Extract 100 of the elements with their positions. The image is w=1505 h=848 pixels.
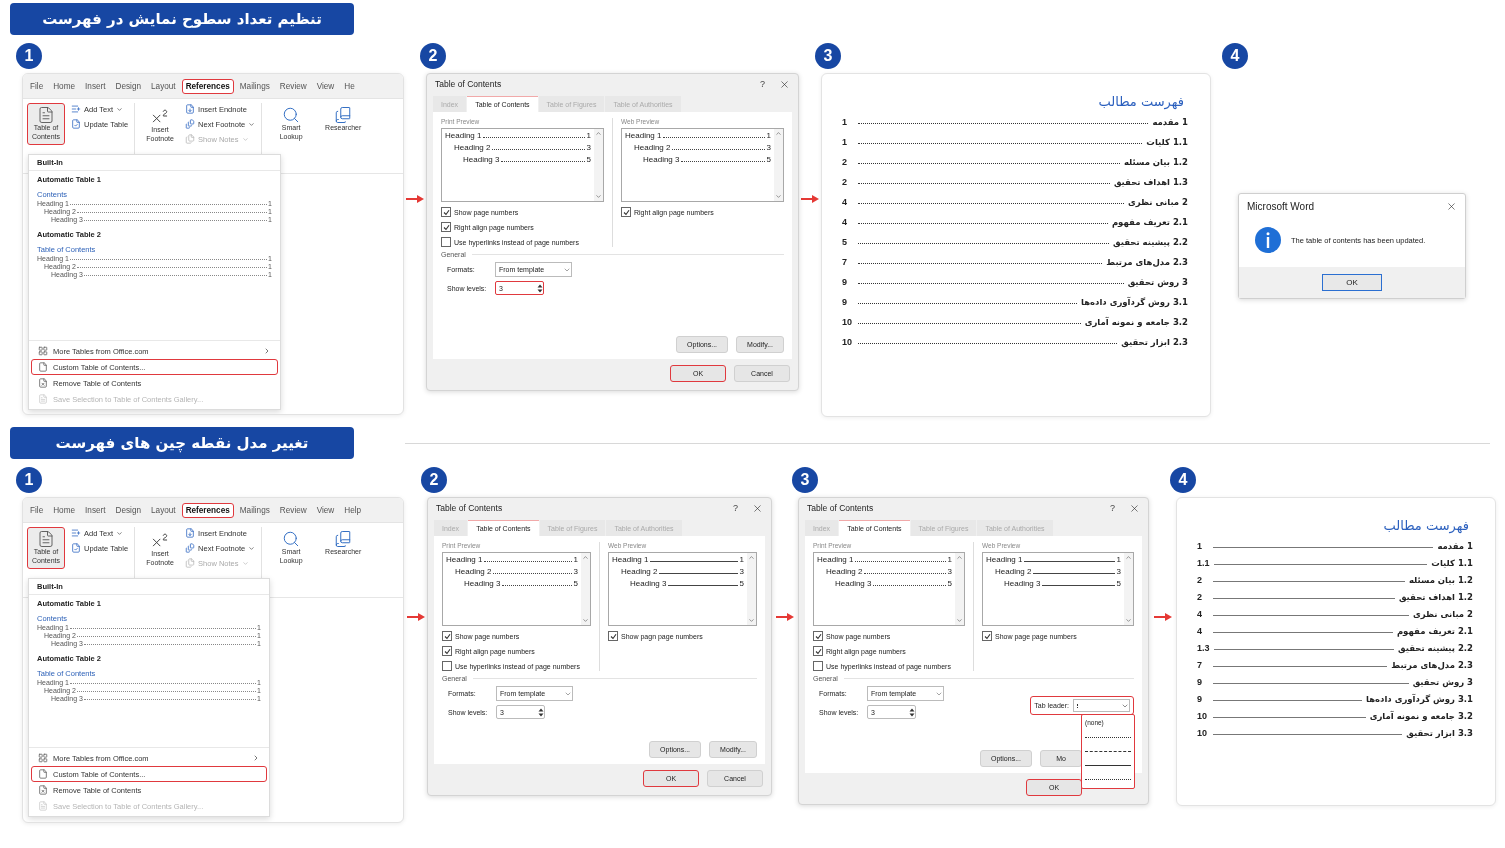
chevron-down-icon[interactable] xyxy=(595,193,602,200)
chevron-up-icon[interactable] xyxy=(1125,554,1132,561)
info-icon xyxy=(1255,227,1281,253)
toc-entry: 1.3 اهداف تحقیق xyxy=(1113,177,1188,187)
page-number: 5 xyxy=(947,579,952,588)
checkbox[interactable] xyxy=(442,646,452,656)
dialog-title: Table of Contents xyxy=(436,503,504,513)
checkbox[interactable] xyxy=(442,661,452,671)
leader-option[interactable] xyxy=(1085,751,1131,752)
ok-button[interactable]: OK xyxy=(1322,274,1382,291)
document-check-icon xyxy=(71,543,81,553)
ribbon-tab[interactable]: Review xyxy=(275,78,311,94)
page-number: 5 xyxy=(842,237,848,247)
ribbon-tab[interactable]: References xyxy=(181,502,234,518)
list-plus-icon xyxy=(71,528,81,538)
spinner-arrows-icon xyxy=(909,707,915,717)
chevron-down-icon[interactable] xyxy=(775,193,782,200)
checkbox[interactable] xyxy=(813,631,823,641)
page-number: 3 xyxy=(947,567,952,576)
help-button[interactable]: ? xyxy=(1110,503,1115,513)
message-title: Microsoft Word xyxy=(1247,201,1315,212)
chevron-down-icon[interactable] xyxy=(956,617,963,624)
toc-entry: 2 مبانی نظری xyxy=(1412,609,1473,619)
heading-entry: Heading 1 xyxy=(445,131,482,140)
chevron-right-icon xyxy=(252,754,260,762)
toc-entry: 1 مقدمه xyxy=(1152,117,1188,127)
heading-entry: Heading 2 xyxy=(826,567,863,576)
chevron-up-icon[interactable] xyxy=(775,130,782,137)
chevron-down-icon[interactable] xyxy=(748,617,755,624)
help-button[interactable]: ? xyxy=(760,79,765,89)
ribbon-tab[interactable]: File xyxy=(26,78,48,94)
ribbon-tab[interactable]: Insert xyxy=(81,502,110,518)
close-icon[interactable] xyxy=(1446,201,1457,212)
arrow-icon xyxy=(406,195,424,203)
ribbon-tab[interactable]: View xyxy=(312,78,339,94)
chevron-up-icon[interactable] xyxy=(748,554,755,561)
ribbon-tab[interactable]: Design xyxy=(111,502,146,518)
page-number: 5 xyxy=(739,579,744,588)
checkbox[interactable] xyxy=(621,207,631,217)
page-number: 3 xyxy=(739,567,744,576)
chevron-up-icon[interactable] xyxy=(582,554,589,561)
page-number: 5 xyxy=(766,155,771,164)
checkbox[interactable] xyxy=(441,207,451,217)
heading-entry: Heading 2 xyxy=(454,143,491,152)
heading-entry: Heading 2 xyxy=(455,567,492,576)
checkbox[interactable] xyxy=(813,646,823,656)
page-number: 5 xyxy=(1116,579,1121,588)
heading-entry: Heading 1 xyxy=(817,555,854,564)
leader-line xyxy=(668,585,738,586)
heading-entry: Heading 1 xyxy=(986,555,1023,564)
leader-option[interactable] xyxy=(1085,779,1131,780)
checkbox[interactable] xyxy=(441,237,451,247)
ribbon-tab[interactable]: Layout xyxy=(147,502,180,518)
close-icon[interactable] xyxy=(752,502,763,514)
ribbon-tab[interactable]: Insert xyxy=(81,78,110,94)
ribbon-tab[interactable]: Design xyxy=(111,78,146,94)
leader-option[interactable] xyxy=(1085,737,1131,738)
section-banner: تنظیم تعداد سطوح نمایش در فهرست xyxy=(10,3,354,35)
toc-entry: 3 روش تحقیق xyxy=(1412,677,1473,687)
toc-entry: 1.1 کلیات xyxy=(1431,558,1473,568)
page-number: 3 xyxy=(1116,567,1121,576)
heading-entry: Heading 3 xyxy=(630,579,667,588)
page-number: 7 xyxy=(1197,660,1203,670)
ribbon-tab[interactable]: View xyxy=(312,502,339,518)
chevron-down-icon[interactable] xyxy=(1125,617,1132,624)
help-button[interactable]: ? xyxy=(733,503,738,513)
ribbon-tab[interactable]: References xyxy=(181,78,234,94)
ribbon-tab[interactable]: Layout xyxy=(147,78,180,94)
chevron-down-icon[interactable] xyxy=(582,617,589,624)
checkbox[interactable] xyxy=(982,631,992,641)
page-number: 2 xyxy=(1197,575,1203,585)
books-icon xyxy=(334,530,353,548)
arrow-icon xyxy=(801,195,819,203)
page-number: 2 xyxy=(842,157,848,167)
ribbon-tab[interactable]: Help xyxy=(340,502,366,518)
checkbox[interactable] xyxy=(608,631,618,641)
ribbon-tab[interactable]: He xyxy=(340,78,359,94)
document-title: فهرست مطالب xyxy=(1098,94,1184,109)
chevron-up-icon[interactable] xyxy=(595,130,602,137)
ribbon-tab[interactable]: Home xyxy=(49,78,80,94)
checkbox[interactable] xyxy=(813,661,823,671)
step-number: 2 xyxy=(421,467,447,493)
leader-line xyxy=(502,585,572,586)
close-icon[interactable] xyxy=(1129,502,1140,514)
heading-entry: Heading 3 xyxy=(835,579,872,588)
checkbox[interactable] xyxy=(442,631,452,641)
arrow-icon xyxy=(406,613,425,621)
close-icon[interactable] xyxy=(779,78,790,90)
ribbon-tab[interactable]: Mailings xyxy=(235,502,274,518)
chevron-up-icon[interactable] xyxy=(956,554,963,561)
toc-entry: 2.1 تعریف مفهوم xyxy=(1396,626,1473,636)
ribbon-tab[interactable]: File xyxy=(26,502,48,518)
ribbon-tab[interactable]: Review xyxy=(275,502,311,518)
page-number: 3 xyxy=(766,143,771,152)
page-number: 1.3 xyxy=(1197,643,1210,653)
step-number: 1 xyxy=(16,43,42,69)
checkbox[interactable] xyxy=(441,222,451,232)
ribbon-tab[interactable]: Mailings xyxy=(235,78,274,94)
toc-entry: 3.1 روش گردآوری داده‌ها xyxy=(1365,694,1473,704)
ribbon-tab[interactable]: Home xyxy=(49,502,80,518)
